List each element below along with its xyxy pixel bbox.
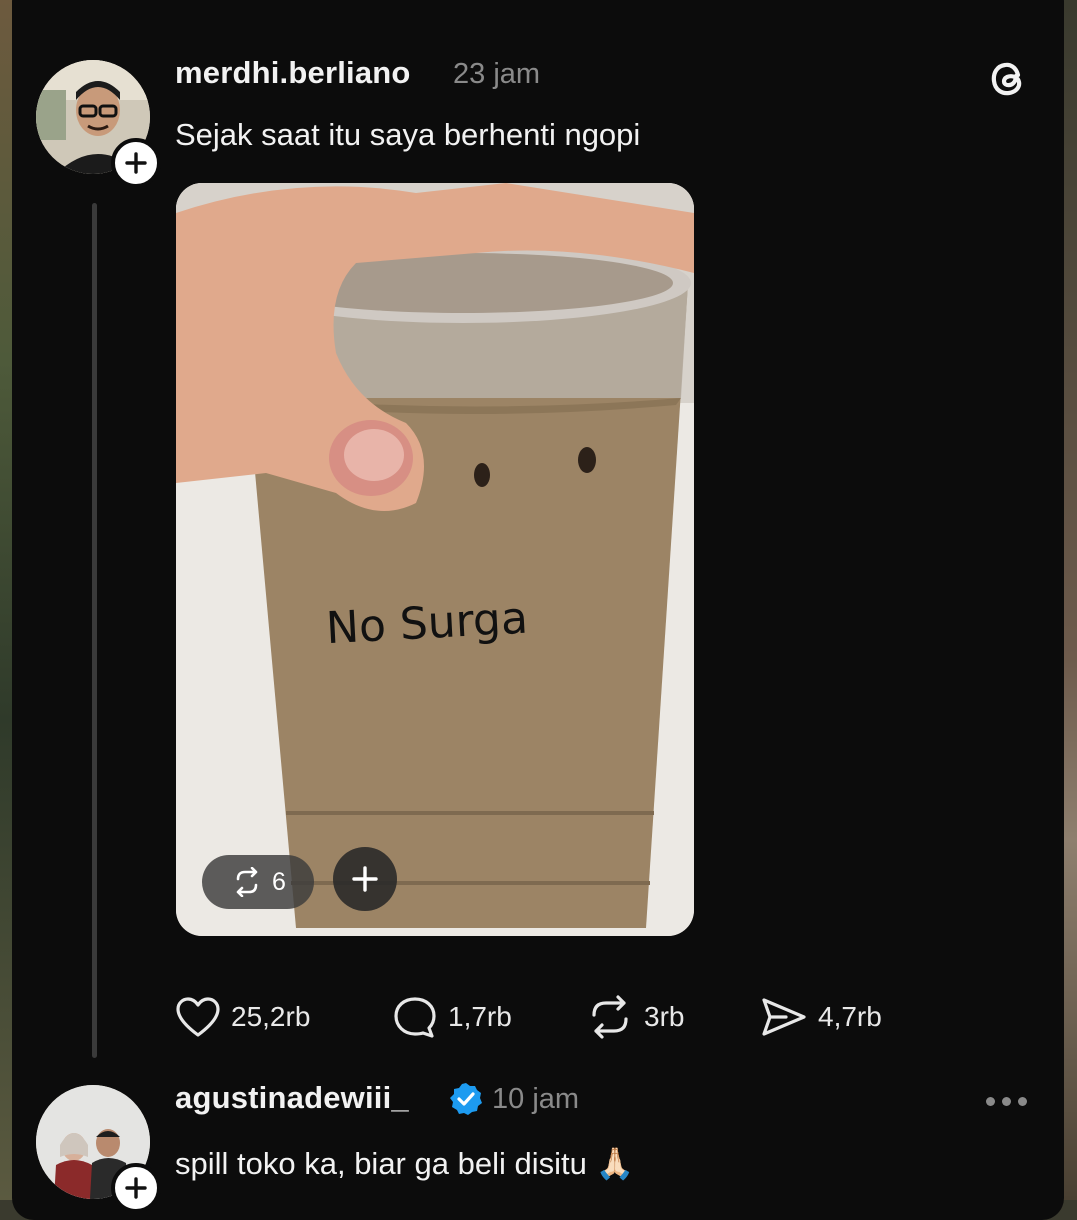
repost-icon <box>592 995 628 1039</box>
reply-button[interactable]: 1,7rb <box>392 995 512 1039</box>
media-repost-count: 6 <box>272 867 286 896</box>
reply-timestamp: 10 jam <box>492 1083 580 1115</box>
plus-icon <box>125 1177 147 1199</box>
follow-reply-author-button[interactable] <box>111 1163 161 1213</box>
reply-username[interactable]: agustinadewiii_ <box>175 1080 409 1116</box>
plus-icon <box>352 866 378 892</box>
reply-text: spill toko ka, biar ga beli disitu 🙏🏻 <box>175 1145 634 1182</box>
like-button[interactable]: 25,2rb <box>175 995 310 1039</box>
praying-hands-emoji: 🙏🏻 <box>595 1146 635 1182</box>
cup-handwriting: No Surga <box>325 593 529 654</box>
reply-count: 1,7rb <box>448 1001 512 1032</box>
thread-connector-line <box>92 203 97 1058</box>
reply-text-body: spill toko ka, biar ga beli disitu <box>175 1146 587 1181</box>
like-count: 25,2rb <box>231 1001 311 1032</box>
post-timestamp: 23 jam <box>453 58 541 90</box>
more-options-icon[interactable] <box>986 1097 1032 1107</box>
media-add-button[interactable] <box>333 847 397 911</box>
follow-author-button[interactable] <box>111 138 161 188</box>
repost-button[interactable]: 3rb <box>586 995 684 1039</box>
author-username[interactable]: merdhi.berliano <box>175 55 411 91</box>
media-repost-chip[interactable]: 6 <box>202 855 314 909</box>
send-icon <box>762 998 806 1036</box>
share-count: 4,7rb <box>818 1001 882 1032</box>
post-text: Sejak saat itu saya berhenti ngopi <box>175 117 641 152</box>
comment-icon <box>394 997 436 1038</box>
plus-icon <box>125 152 147 174</box>
verified-badge-icon <box>450 1083 482 1115</box>
repost-icon <box>236 867 258 897</box>
threads-logo-icon[interactable] <box>985 55 1031 101</box>
repost-count: 3rb <box>644 1001 685 1032</box>
post-image[interactable]: No Surga <box>176 183 694 936</box>
share-button[interactable]: 4,7rb <box>760 995 882 1039</box>
heart-icon <box>176 997 220 1037</box>
